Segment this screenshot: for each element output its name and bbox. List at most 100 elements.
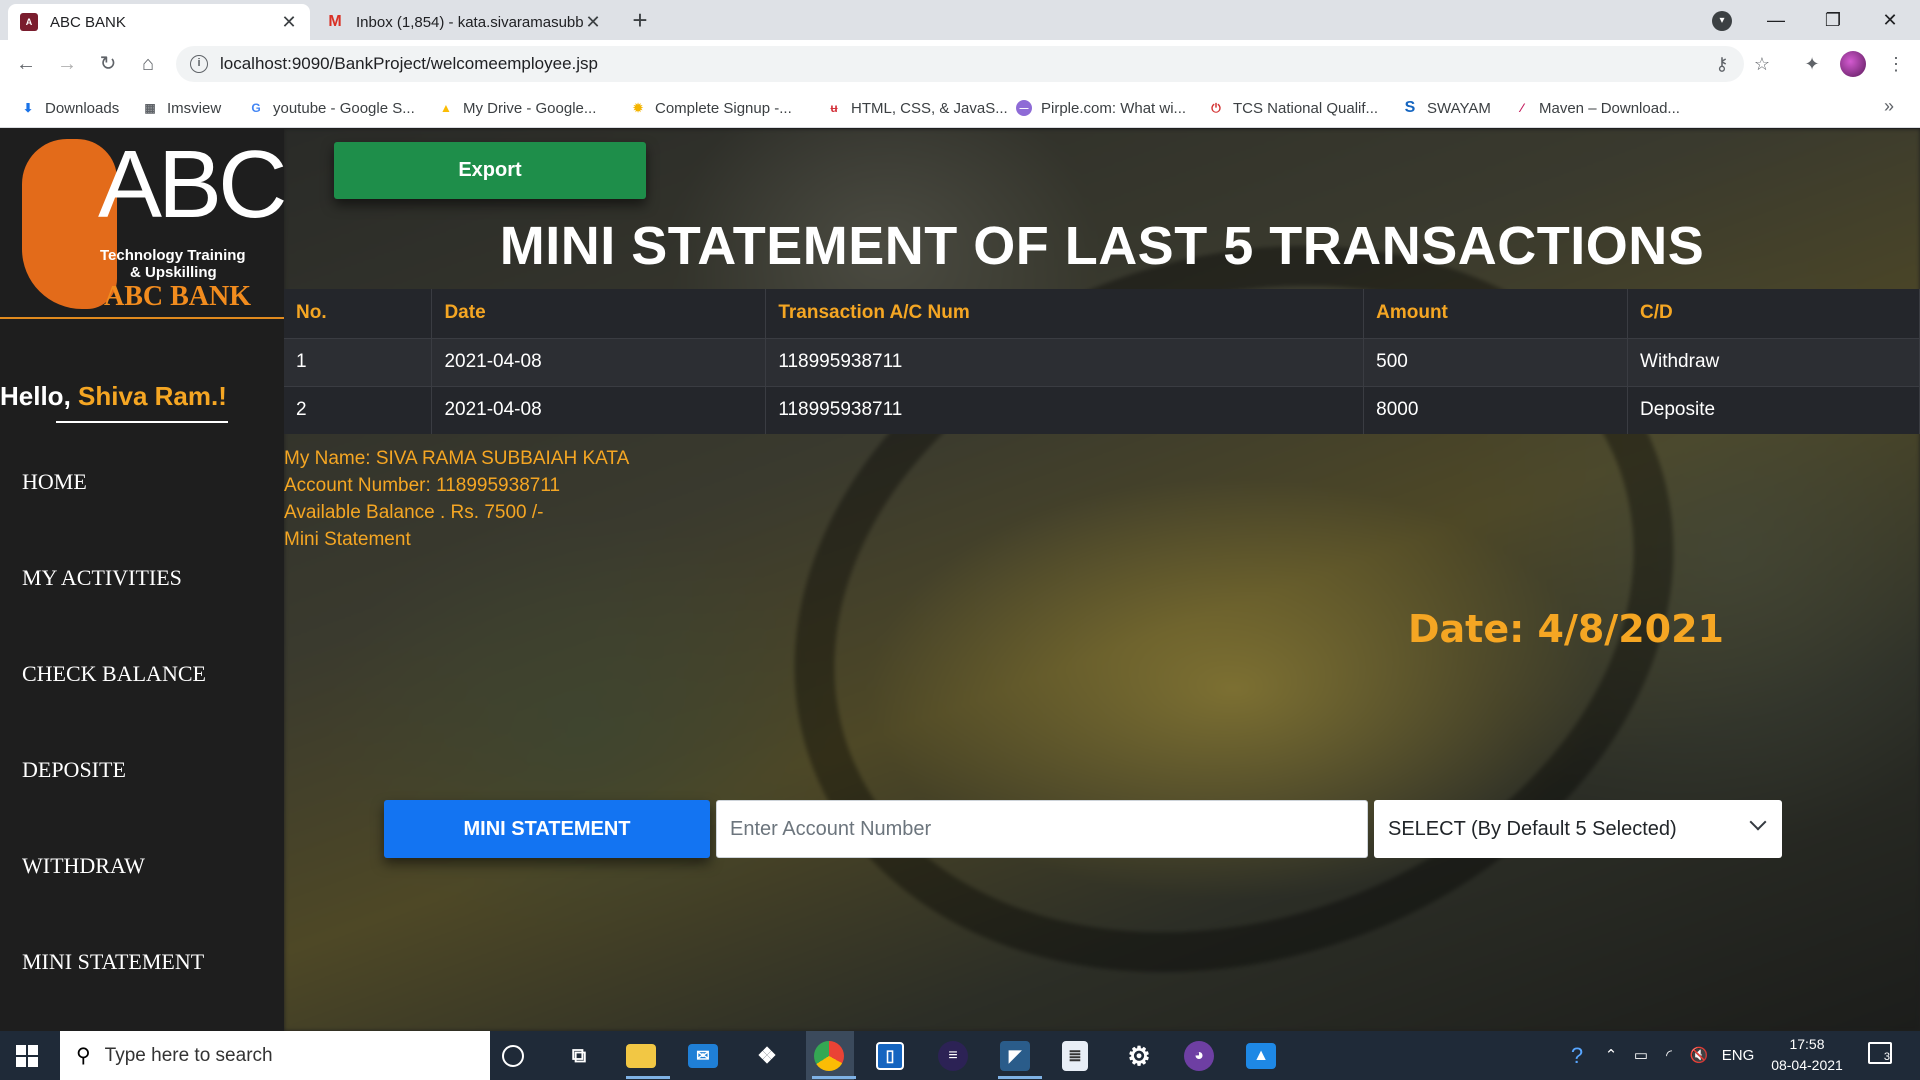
greeting-user-name: Shiva Ram. (78, 381, 219, 411)
account-number-input[interactable] (716, 800, 1368, 858)
page-title: MINI STATEMENT OF LAST 5 TRANSACTIONS (499, 216, 1705, 276)
profile-avatar[interactable] (1840, 51, 1866, 77)
logo-tagline-2: & Upskilling (130, 264, 217, 281)
export-button[interactable]: Export (334, 142, 646, 199)
tab-search-icon[interactable]: ▾ (1712, 11, 1732, 31)
taskbar-clock[interactable]: 17:58 08-04-2021 (1762, 1034, 1852, 1076)
cell-no: 1 (284, 337, 433, 386)
select-value: SELECT (By Default 5 Selected) (1388, 817, 1677, 840)
account-holder-name: My Name: SIVA RAMA SUBBAIAH KATA (284, 448, 630, 469)
help-icon[interactable]: ? (1562, 1031, 1592, 1080)
power-icon: ⏻ (1211, 100, 1221, 115)
mysql-workbench-icon[interactable]: ◤ (1000, 1041, 1030, 1071)
current-date: Date: 4/8/2021 (1408, 607, 1724, 651)
app-icon[interactable]: ▯ (876, 1042, 904, 1070)
sidebar-item-my-activities[interactable]: MY ACTIVITIES (22, 565, 182, 591)
mini-statement-button[interactable]: MINI STATEMENT (384, 800, 710, 858)
settings-gear-icon[interactable]: ⚙ (1122, 1039, 1156, 1073)
mail-icon[interactable]: ✉ (688, 1044, 718, 1068)
taskbar-search-placeholder: Type here to search (104, 1044, 273, 1066)
cell-date: 2021-04-08 (431, 385, 767, 434)
chrome-icon[interactable] (814, 1041, 844, 1071)
chevron-up-icon[interactable]: ⌃ (1598, 1031, 1624, 1080)
bookmarks-overflow-icon[interactable]: » (1884, 96, 1894, 117)
bookmark-swayam[interactable]: S SWAYAM (1402, 96, 1491, 120)
web-page: ABC Technology Training & Upskilling ABC… (0, 129, 1920, 1031)
dropbox-icon[interactable]: ❖ (750, 1039, 784, 1073)
cortana-icon[interactable] (502, 1045, 524, 1067)
bookmark-label: Downloads (45, 99, 120, 117)
sidebar-item-withdraw[interactable]: WITHDRAW (22, 853, 145, 879)
cell-no: 2 (284, 385, 433, 434)
window-close-icon[interactable]: ✕ (1862, 0, 1918, 40)
active-indicator (626, 1076, 670, 1079)
eclipse-icon[interactable]: ≡ (938, 1041, 968, 1071)
volume-muted-icon[interactable]: 🔇 (1686, 1031, 1712, 1080)
notification-center-icon[interactable]: 3 (1868, 1042, 1892, 1064)
file-explorer-icon[interactable] (626, 1044, 656, 1068)
tab-inbox[interactable]: M Inbox (1,854) - kata.sivaramasubb ✕ (314, 4, 614, 40)
gmail-icon: M (328, 13, 342, 30)
address-bar[interactable]: i localhost:9090/BankProject/welcomeempl… (176, 46, 1744, 82)
windows-start-icon[interactable] (16, 1045, 38, 1067)
cell-amount: 500 (1363, 337, 1629, 386)
bookmark-imsview[interactable]: ▦ Imsview (142, 96, 221, 120)
bookmark-html-css[interactable]: ʉ HTML, CSS, & JavaS... (826, 96, 1007, 120)
transaction-count-select[interactable]: SELECT (By Default 5 Selected) (1374, 800, 1782, 858)
sidebar-item-home[interactable]: HOME (22, 469, 87, 495)
taskbar-search-box[interactable]: ⚲ Type here to search (60, 1031, 490, 1080)
home-icon[interactable]: ⌂ (134, 50, 162, 78)
table-row: 2 2021-04-08 118995938711 8000 Deposite (284, 385, 1920, 434)
extensions-icon[interactable]: ✦ (1798, 50, 1826, 78)
photos-icon[interactable]: ▲ (1246, 1043, 1276, 1069)
browser-tab-bar: A ABC BANK ✕ M Inbox (1,854) - kata.siva… (0, 0, 1920, 40)
battery-icon[interactable]: ▭ (1628, 1031, 1654, 1080)
language-indicator[interactable]: ENG (1718, 1031, 1758, 1080)
star-icon[interactable]: ☆ (1748, 50, 1776, 78)
drive-icon: ▲ (440, 101, 452, 115)
github-icon[interactable]: ◕ (1184, 1041, 1214, 1071)
close-icon[interactable]: ✕ (280, 12, 298, 33)
clock-time: 17:58 (1789, 1036, 1825, 1052)
bookmarks-bar: ⬇ Downloads ▦ Imsview G youtube - Google… (0, 88, 1920, 128)
menu-kebab-icon[interactable]: ⋮ (1882, 50, 1910, 78)
close-icon[interactable]: ✕ (584, 12, 602, 33)
restore-icon[interactable]: ❐ (1805, 0, 1861, 40)
sun-icon: ✹ (632, 101, 644, 115)
account-number: Account Number: 118995938711 (284, 475, 561, 496)
bookmark-maven[interactable]: ⁄ Maven – Download... (1514, 96, 1680, 120)
column-header-type: C/D (1627, 289, 1920, 339)
bookmark-label: Pirple.com: What wi... (1041, 99, 1187, 117)
back-icon[interactable]: ← (12, 50, 40, 78)
sidebar-item-mini-statement[interactable]: MINI STATEMENT (22, 949, 204, 975)
bookmark-my-drive[interactable]: ▲ My Drive - Google... (438, 96, 596, 120)
bookmark-tcs[interactable]: ⏻ TCS National Qualif... (1208, 96, 1378, 120)
bookmark-pirple[interactable]: — Pirple.com: What wi... (1016, 96, 1186, 120)
forward-icon[interactable]: → (53, 50, 81, 78)
logo-tagline-1: Technology Training (100, 247, 246, 264)
sidebar-item-deposite[interactable]: DEPOSITE (22, 757, 126, 783)
swayam-icon: S (1404, 99, 1416, 116)
bookmark-youtube[interactable]: G youtube - Google S... (248, 96, 414, 120)
feather-icon: ⁄ (1520, 101, 1523, 115)
site-info-icon[interactable]: i (190, 55, 208, 73)
logo-bank-name: ABC BANK (104, 281, 252, 312)
bookmark-label: TCS National Qualif... (1233, 99, 1379, 117)
search-icon: ⚲ (76, 1045, 91, 1067)
sidebar-item-check-balance[interactable]: CHECK BALANCE (22, 661, 206, 687)
task-view-icon[interactable]: ⧉ (562, 1039, 596, 1073)
new-tab-button[interactable]: + (625, 6, 655, 36)
logo-abc-text: ABC (98, 131, 287, 238)
wifi-icon[interactable]: ◜ (1656, 1031, 1682, 1080)
document-icon[interactable]: ≣ (1062, 1041, 1088, 1071)
minimize-icon[interactable]: — (1748, 0, 1804, 40)
bookmark-label: Complete Signup -... (655, 99, 792, 117)
account-info: My Name: SIVA RAMA SUBBAIAH KATA Account… (284, 445, 629, 553)
bookmark-complete-signup[interactable]: ✹ Complete Signup -... (630, 96, 792, 120)
key-icon[interactable]: ⚷ (1708, 50, 1736, 78)
tab-abc-bank[interactable]: A ABC BANK ✕ (8, 4, 310, 40)
tab-title: Inbox (1,854) - kata.sivaramasubb (356, 13, 584, 31)
abc-bank-logo: ABC Technology Training & Upskilling ABC… (0, 129, 287, 319)
bookmark-downloads[interactable]: ⬇ Downloads (20, 96, 119, 120)
reload-icon[interactable]: ↻ (94, 50, 122, 78)
